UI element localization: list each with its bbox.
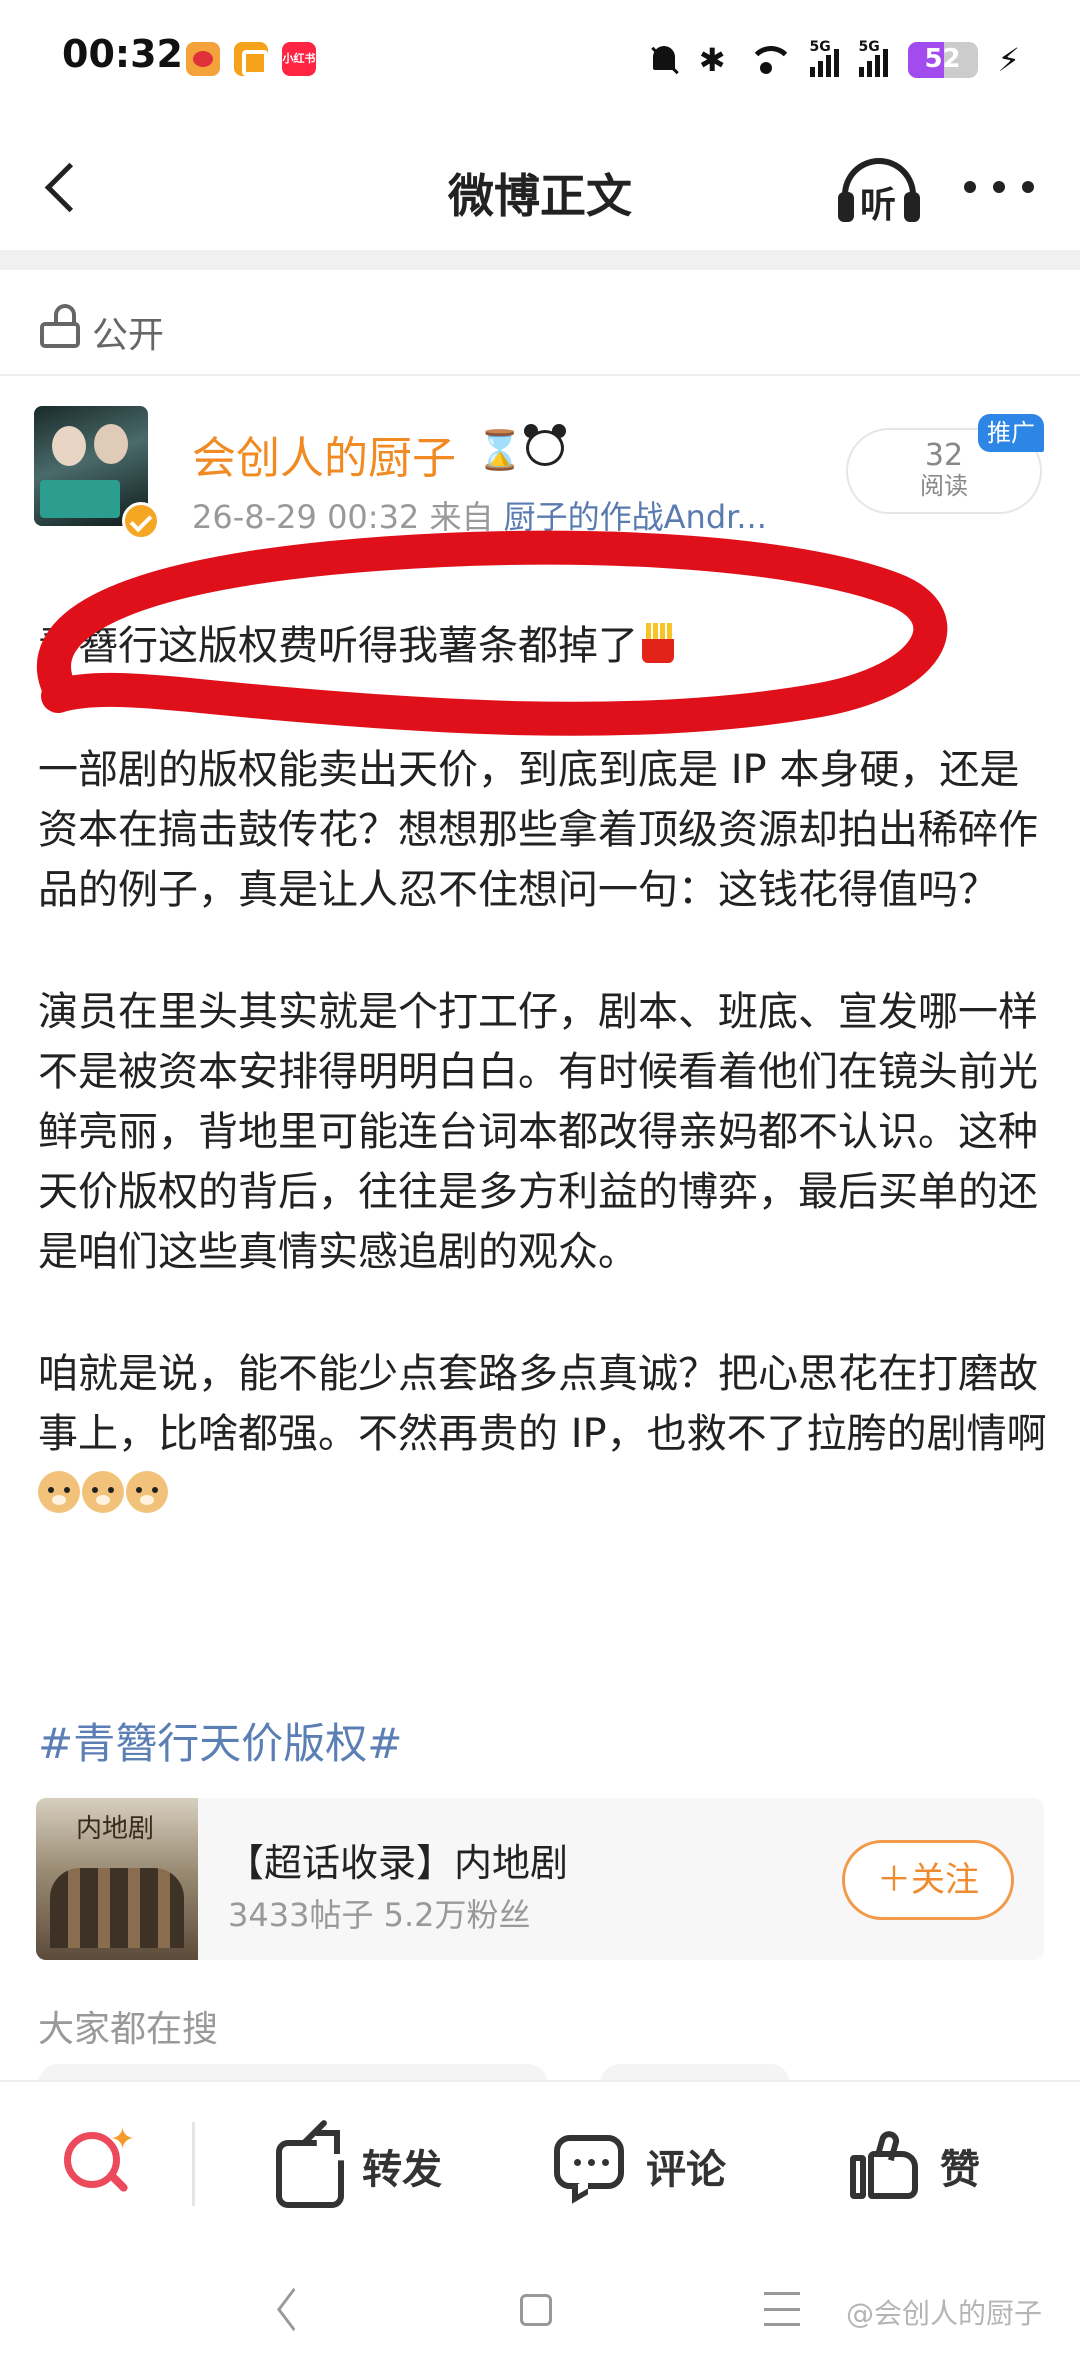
post-paragraph-text: 青簪行这版权费听得我薯条都掉了	[38, 623, 638, 669]
author-name[interactable]: 会创人的厨子	[192, 422, 456, 486]
dog-emoji-icon	[38, 1471, 80, 1513]
repost-button[interactable]: 转发	[272, 2126, 442, 2206]
topic-thumbnail-text: 内地剧	[76, 1814, 155, 1844]
post-meta: 26-8-29 00:32 来自 厨子的作战Andr...	[192, 492, 767, 538]
status-time: 00:32	[62, 32, 183, 76]
watermark: @会创人的厨子	[846, 2297, 1043, 2330]
system-back-icon[interactable]	[274, 2292, 308, 2326]
weibo-icon	[186, 42, 220, 76]
like-label: 赞	[940, 2147, 980, 2193]
post-paragraph: 演员在里头其实就是个打工仔，剧本、班底、宣发哪一样不是被资本安排得明明白白。有时…	[38, 989, 1038, 1275]
search-section-heading: 大家都在搜	[38, 2009, 219, 2050]
signal-icon-2: 5G	[858, 39, 888, 77]
promo-badge: 推广	[978, 414, 1044, 452]
repost-icon	[272, 2130, 344, 2202]
like-button[interactable]: 赞	[848, 2126, 980, 2206]
post-paragraph: 一部剧的版权能卖出天价，到底到底是 IP 本身硬，还是资本在搞击鼓传花？想想那些…	[38, 747, 1038, 913]
post-paragraph: 咱就是说，能不能少点套路多点真诚？把心思花在打磨故事上，比啥都强。不然再贵的 I…	[38, 1344, 1048, 1524]
comment-icon	[552, 2131, 628, 2204]
section-divider	[0, 250, 1080, 270]
nav-bar: 微博正文 听	[0, 120, 1080, 250]
battery-icon: 52	[907, 42, 978, 78]
visibility-label: 公开	[92, 315, 165, 356]
panda-icon	[522, 424, 568, 468]
wifi-icon	[746, 42, 790, 78]
comment-label: 评论	[646, 2147, 726, 2193]
post-time: 26-8-29 00:32	[192, 498, 420, 536]
signal-icon-1: 5G	[809, 39, 839, 77]
listen-icon[interactable]: 听	[836, 152, 922, 226]
repost-label: 转发	[362, 2147, 442, 2193]
topic-card[interactable]: 内地剧 【超话收录】内地剧 3433帖子 5.2万粉丝 ＋关注	[36, 1798, 1044, 1960]
more-options-icon[interactable]	[964, 172, 1034, 202]
system-menu-icon[interactable]	[764, 2292, 800, 2326]
listen-label: 听	[860, 185, 897, 226]
status-bar: 00:32 小红书 ✱ 5G 5G 52 ⚡	[0, 0, 1080, 110]
fries-icon	[638, 621, 678, 665]
comment-button[interactable]: 评论	[552, 2126, 726, 2206]
unlock-icon	[40, 304, 80, 348]
thumbs-up-icon	[848, 2128, 922, 2203]
battery-level: 52	[924, 44, 961, 74]
hashtag-link[interactable]: #青簪行天价版权#	[38, 1710, 402, 1771]
post-from-label: 来自	[429, 498, 494, 536]
dog-emoji-icon	[126, 1471, 168, 1513]
signal-label: 5G	[858, 39, 880, 55]
post-paragraph: 青簪行这版权费听得我薯条都掉了	[38, 616, 1048, 676]
action-separator	[192, 2122, 195, 2206]
verified-badge-icon	[122, 502, 160, 540]
topic-stats: 3433帖子 5.2万粉丝	[228, 1896, 531, 1934]
author-row: 会创人的厨子 ⌛ 26-8-29 00:32 来自 厨子的作战Andr... 3…	[0, 380, 1080, 580]
post-body: 青簪行这版权费听得我薯条都掉了 一部剧的版权能卖出天价，到底到底是 IP 本身硬…	[38, 616, 1048, 1586]
signal-label: 5G	[809, 39, 831, 55]
ai-search-icon[interactable]: ✦	[60, 2122, 136, 2200]
bottom-action-bar: ✦ 转发 评论 赞	[0, 2080, 1080, 2240]
stack-app-icon	[234, 42, 268, 76]
charging-icon: ⚡	[997, 41, 1020, 79]
post-source[interactable]: 厨子的作战Andr...	[504, 498, 767, 536]
visibility-row: 公开	[0, 280, 1080, 376]
bluetooth-icon: ✱	[698, 41, 726, 79]
mute-bell-icon	[649, 44, 679, 76]
dog-emoji-icon	[82, 1471, 124, 1513]
hourglass-icon: ⌛	[476, 428, 524, 472]
read-label: 阅读	[920, 472, 968, 500]
follow-button[interactable]: ＋关注	[842, 1840, 1014, 1920]
post-paragraph-text: 咱就是说，能不能少点套路多点真诚？把心思花在打磨故事上，比啥都强。不然再贵的 I…	[38, 1351, 1047, 1457]
system-home-icon[interactable]	[520, 2294, 552, 2326]
topic-thumbnail: 内地剧	[36, 1798, 198, 1960]
topic-title: 【超话收录】内地剧	[226, 1841, 569, 1885]
status-icons: ✱ 5G 5G 52 ⚡	[649, 38, 1020, 82]
xiaohongshu-icon: 小红书	[282, 42, 316, 76]
